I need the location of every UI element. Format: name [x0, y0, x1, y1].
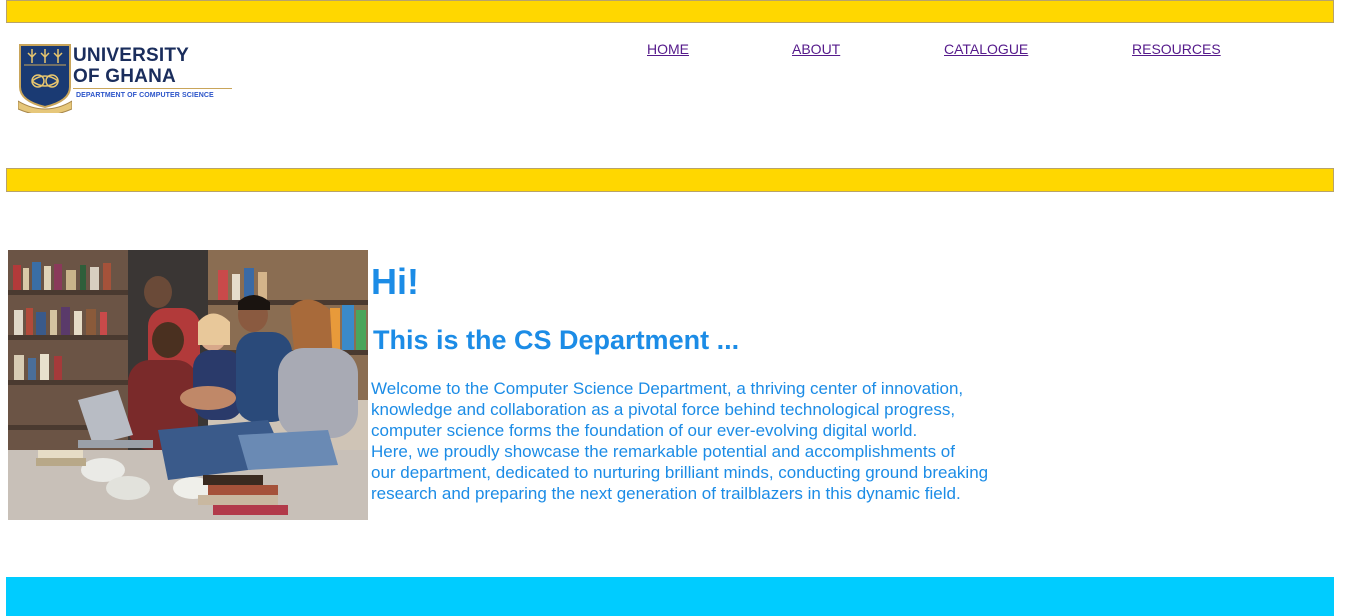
- welcome-line: knowledge and collaboration as a pivotal…: [371, 400, 956, 419]
- nav-home-link[interactable]: HOME: [647, 41, 689, 57]
- greeting-heading: Hi!: [371, 261, 419, 302]
- footer-bar: [6, 577, 1334, 616]
- nav-catalogue-link[interactable]: CATALOGUE: [944, 41, 1028, 57]
- top-yellow-bar: [6, 0, 1334, 23]
- logo-title: UNIVERSITY OF GHANA: [73, 45, 189, 87]
- students-photo: [8, 250, 368, 520]
- university-logo[interactable]: UNIVERSITY OF GHANA DEPARTMENT OF COMPUT…: [18, 43, 236, 115]
- hero-text: Hi! This is the CS Department ... Welcom…: [371, 258, 1071, 504]
- nav-resources-link[interactable]: RESOURCES: [1132, 41, 1221, 57]
- welcome-line: Welcome to the Computer Science Departme…: [371, 379, 964, 398]
- nav-about-link[interactable]: ABOUT: [792, 41, 840, 57]
- department-subheading: This is the CS Department ...: [373, 325, 740, 355]
- crest-icon: [18, 44, 72, 113]
- logo-divider: [73, 88, 232, 89]
- welcome-line: our department, dedicated to nurturing b…: [371, 463, 989, 482]
- logo-subtitle: DEPARTMENT OF COMPUTER SCIENCE: [76, 92, 214, 99]
- welcome-paragraph: Welcome to the Computer Science Departme…: [371, 378, 1071, 504]
- welcome-line: research and preparing the next generati…: [371, 484, 961, 503]
- welcome-line: Here, we proudly showcase the remarkable…: [371, 442, 955, 461]
- students-photo-illustration: [8, 250, 368, 520]
- logo-title-line1: UNIVERSITY: [73, 45, 190, 66]
- logo-title-line2: OF GHANA: [73, 66, 176, 87]
- middle-yellow-bar: [6, 168, 1334, 192]
- welcome-line: computer science forms the foundation of…: [371, 421, 918, 440]
- page: UNIVERSITY OF GHANA DEPARTMENT OF COMPUT…: [0, 0, 1345, 616]
